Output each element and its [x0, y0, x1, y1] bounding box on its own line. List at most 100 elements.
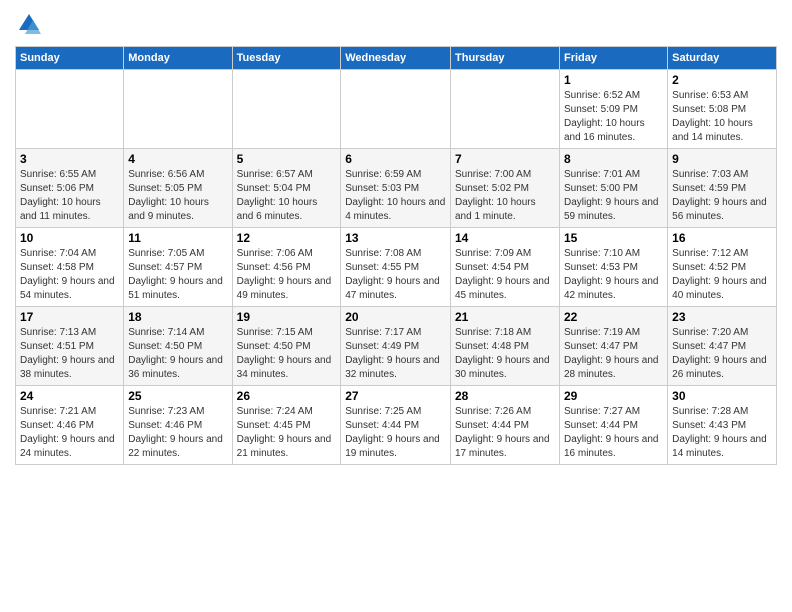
day-header-monday: Monday	[124, 47, 232, 70]
day-header-sunday: Sunday	[16, 47, 124, 70]
calendar-cell: 14 Sunrise: 7:09 AMSunset: 4:54 PMDayligh…	[451, 228, 560, 307]
day-info: Sunrise: 7:03 AMSunset: 4:59 PMDaylight:…	[672, 168, 772, 224]
day-number: 2	[672, 73, 772, 87]
day-info: Sunrise: 7:14 AMSunset: 4:50 PMDaylight:…	[128, 326, 227, 382]
day-number: 16	[672, 231, 772, 245]
day-info: Sunrise: 7:06 AMSunset: 4:56 PMDaylight:…	[237, 247, 337, 303]
day-number: 17	[20, 310, 119, 324]
day-header-tuesday: Tuesday	[232, 47, 341, 70]
day-number: 1	[564, 73, 663, 87]
logo	[15, 10, 47, 38]
day-info: Sunrise: 7:05 AMSunset: 4:57 PMDaylight:…	[128, 247, 227, 303]
calendar-header-row: SundayMondayTuesdayWednesdayThursdayFrid…	[16, 47, 777, 70]
day-info: Sunrise: 7:27 AMSunset: 4:44 PMDaylight:…	[564, 405, 663, 461]
calendar-cell: 19 Sunrise: 7:15 AMSunset: 4:50 PMDayligh…	[232, 307, 341, 386]
day-number: 22	[564, 310, 663, 324]
day-number: 12	[237, 231, 337, 245]
day-info: Sunrise: 7:18 AMSunset: 4:48 PMDaylight:…	[455, 326, 555, 382]
calendar-cell: 8 Sunrise: 7:01 AMSunset: 5:00 PMDaylight…	[559, 149, 667, 228]
calendar-cell: 11 Sunrise: 7:05 AMSunset: 4:57 PMDayligh…	[124, 228, 232, 307]
day-number: 18	[128, 310, 227, 324]
calendar-cell	[16, 70, 124, 149]
calendar-cell: 26 Sunrise: 7:24 AMSunset: 4:45 PMDayligh…	[232, 386, 341, 465]
day-number: 29	[564, 389, 663, 403]
week-row-2: 3 Sunrise: 6:55 AMSunset: 5:06 PMDaylight…	[16, 149, 777, 228]
calendar-table: SundayMondayTuesdayWednesdayThursdayFrid…	[15, 46, 777, 465]
day-info: Sunrise: 7:13 AMSunset: 4:51 PMDaylight:…	[20, 326, 119, 382]
day-info: Sunrise: 7:28 AMSunset: 4:43 PMDaylight:…	[672, 405, 772, 461]
day-number: 7	[455, 152, 555, 166]
calendar-cell: 5Sunrise: 6:57 AMSunset: 5:04 PMDaylight…	[232, 149, 341, 228]
day-info: Sunrise: 7:23 AMSunset: 4:46 PMDaylight:…	[128, 405, 227, 461]
day-number: 27	[345, 389, 446, 403]
calendar-cell: 30Sunrise: 7:28 AMSunset: 4:43 PMDayligh…	[668, 386, 777, 465]
day-info: Sunrise: 7:19 AMSunset: 4:47 PMDaylight:…	[564, 326, 663, 382]
week-row-4: 17 Sunrise: 7:13 AMSunset: 4:51 PMDayligh…	[16, 307, 777, 386]
day-number: 14	[455, 231, 555, 245]
calendar-cell: 28Sunrise: 7:26 AMSunset: 4:44 PMDayligh…	[451, 386, 560, 465]
calendar-cell: 29 Sunrise: 7:27 AMSunset: 4:44 PMDayligh…	[559, 386, 667, 465]
day-info: Sunrise: 7:10 AMSunset: 4:53 PMDaylight:…	[564, 247, 663, 303]
calendar-cell: 4Sunrise: 6:56 AMSunset: 5:05 PMDaylight…	[124, 149, 232, 228]
calendar-cell: 2 Sunrise: 6:53 AMSunset: 5:08 PMDaylight…	[668, 70, 777, 149]
page: SundayMondayTuesdayWednesdayThursdayFrid…	[0, 0, 792, 475]
calendar-cell: 10 Sunrise: 7:04 AMSunset: 4:58 PMDayligh…	[16, 228, 124, 307]
day-info: Sunrise: 7:25 AMSunset: 4:44 PMDaylight:…	[345, 405, 446, 461]
calendar-cell: 3 Sunrise: 6:55 AMSunset: 5:06 PMDaylight…	[16, 149, 124, 228]
calendar-cell: 24Sunrise: 7:21 AMSunset: 4:46 PMDayligh…	[16, 386, 124, 465]
day-number: 28	[455, 389, 555, 403]
day-info: Sunrise: 7:12 AMSunset: 4:52 PMDaylight:…	[672, 247, 772, 303]
day-number: 19	[237, 310, 337, 324]
calendar-cell: 25 Sunrise: 7:23 AMSunset: 4:46 PMDayligh…	[124, 386, 232, 465]
week-row-1: 1 Sunrise: 6:52 AMSunset: 5:09 PMDaylight…	[16, 70, 777, 149]
day-header-wednesday: Wednesday	[341, 47, 451, 70]
day-number: 23	[672, 310, 772, 324]
calendar-cell	[341, 70, 451, 149]
day-info: Sunrise: 7:04 AMSunset: 4:58 PMDaylight:…	[20, 247, 119, 303]
calendar-cell: 12 Sunrise: 7:06 AMSunset: 4:56 PMDayligh…	[232, 228, 341, 307]
calendar-cell: 18 Sunrise: 7:14 AMSunset: 4:50 PMDayligh…	[124, 307, 232, 386]
day-number: 6	[345, 152, 446, 166]
day-number: 3	[20, 152, 119, 166]
day-info: Sunrise: 7:00 AMSunset: 5:02 PMDaylight:…	[455, 168, 555, 224]
day-number: 13	[345, 231, 446, 245]
day-number: 8	[564, 152, 663, 166]
day-info: Sunrise: 6:53 AMSunset: 5:08 PMDaylight:…	[672, 89, 772, 145]
calendar-cell: 23Sunrise: 7:20 AMSunset: 4:47 PMDayligh…	[668, 307, 777, 386]
day-number: 26	[237, 389, 337, 403]
logo-icon	[15, 10, 43, 38]
calendar-cell: 17 Sunrise: 7:13 AMSunset: 4:51 PMDayligh…	[16, 307, 124, 386]
week-row-5: 24Sunrise: 7:21 AMSunset: 4:46 PMDayligh…	[16, 386, 777, 465]
day-header-thursday: Thursday	[451, 47, 560, 70]
day-number: 9	[672, 152, 772, 166]
day-info: Sunrise: 7:17 AMSunset: 4:49 PMDaylight:…	[345, 326, 446, 382]
day-number: 5	[237, 152, 337, 166]
day-info: Sunrise: 7:01 AMSunset: 5:00 PMDaylight:…	[564, 168, 663, 224]
calendar-cell	[124, 70, 232, 149]
day-info: Sunrise: 6:59 AMSunset: 5:03 PMDaylight:…	[345, 168, 446, 224]
calendar-cell: 21 Sunrise: 7:18 AMSunset: 4:48 PMDayligh…	[451, 307, 560, 386]
header	[15, 10, 777, 38]
day-number: 21	[455, 310, 555, 324]
day-number: 20	[345, 310, 446, 324]
calendar-cell: 7 Sunrise: 7:00 AMSunset: 5:02 PMDaylight…	[451, 149, 560, 228]
day-number: 15	[564, 231, 663, 245]
calendar-cell	[232, 70, 341, 149]
day-info: Sunrise: 7:08 AMSunset: 4:55 PMDaylight:…	[345, 247, 446, 303]
calendar-cell	[451, 70, 560, 149]
day-number: 24	[20, 389, 119, 403]
day-number: 11	[128, 231, 227, 245]
calendar-cell: 15 Sunrise: 7:10 AMSunset: 4:53 PMDayligh…	[559, 228, 667, 307]
day-info: Sunrise: 7:15 AMSunset: 4:50 PMDaylight:…	[237, 326, 337, 382]
day-info: Sunrise: 6:55 AMSunset: 5:06 PMDaylight:…	[20, 168, 119, 224]
calendar-cell: 16 Sunrise: 7:12 AMSunset: 4:52 PMDayligh…	[668, 228, 777, 307]
calendar-cell: 9 Sunrise: 7:03 AMSunset: 4:59 PMDaylight…	[668, 149, 777, 228]
day-number: 10	[20, 231, 119, 245]
day-info: Sunrise: 7:24 AMSunset: 4:45 PMDaylight:…	[237, 405, 337, 461]
calendar-cell: 6 Sunrise: 6:59 AMSunset: 5:03 PMDaylight…	[341, 149, 451, 228]
day-number: 25	[128, 389, 227, 403]
day-info: Sunrise: 7:09 AMSunset: 4:54 PMDaylight:…	[455, 247, 555, 303]
day-number: 4	[128, 152, 227, 166]
day-info: Sunrise: 6:52 AMSunset: 5:09 PMDaylight:…	[564, 89, 663, 145]
calendar-cell: 20 Sunrise: 7:17 AMSunset: 4:49 PMDayligh…	[341, 307, 451, 386]
